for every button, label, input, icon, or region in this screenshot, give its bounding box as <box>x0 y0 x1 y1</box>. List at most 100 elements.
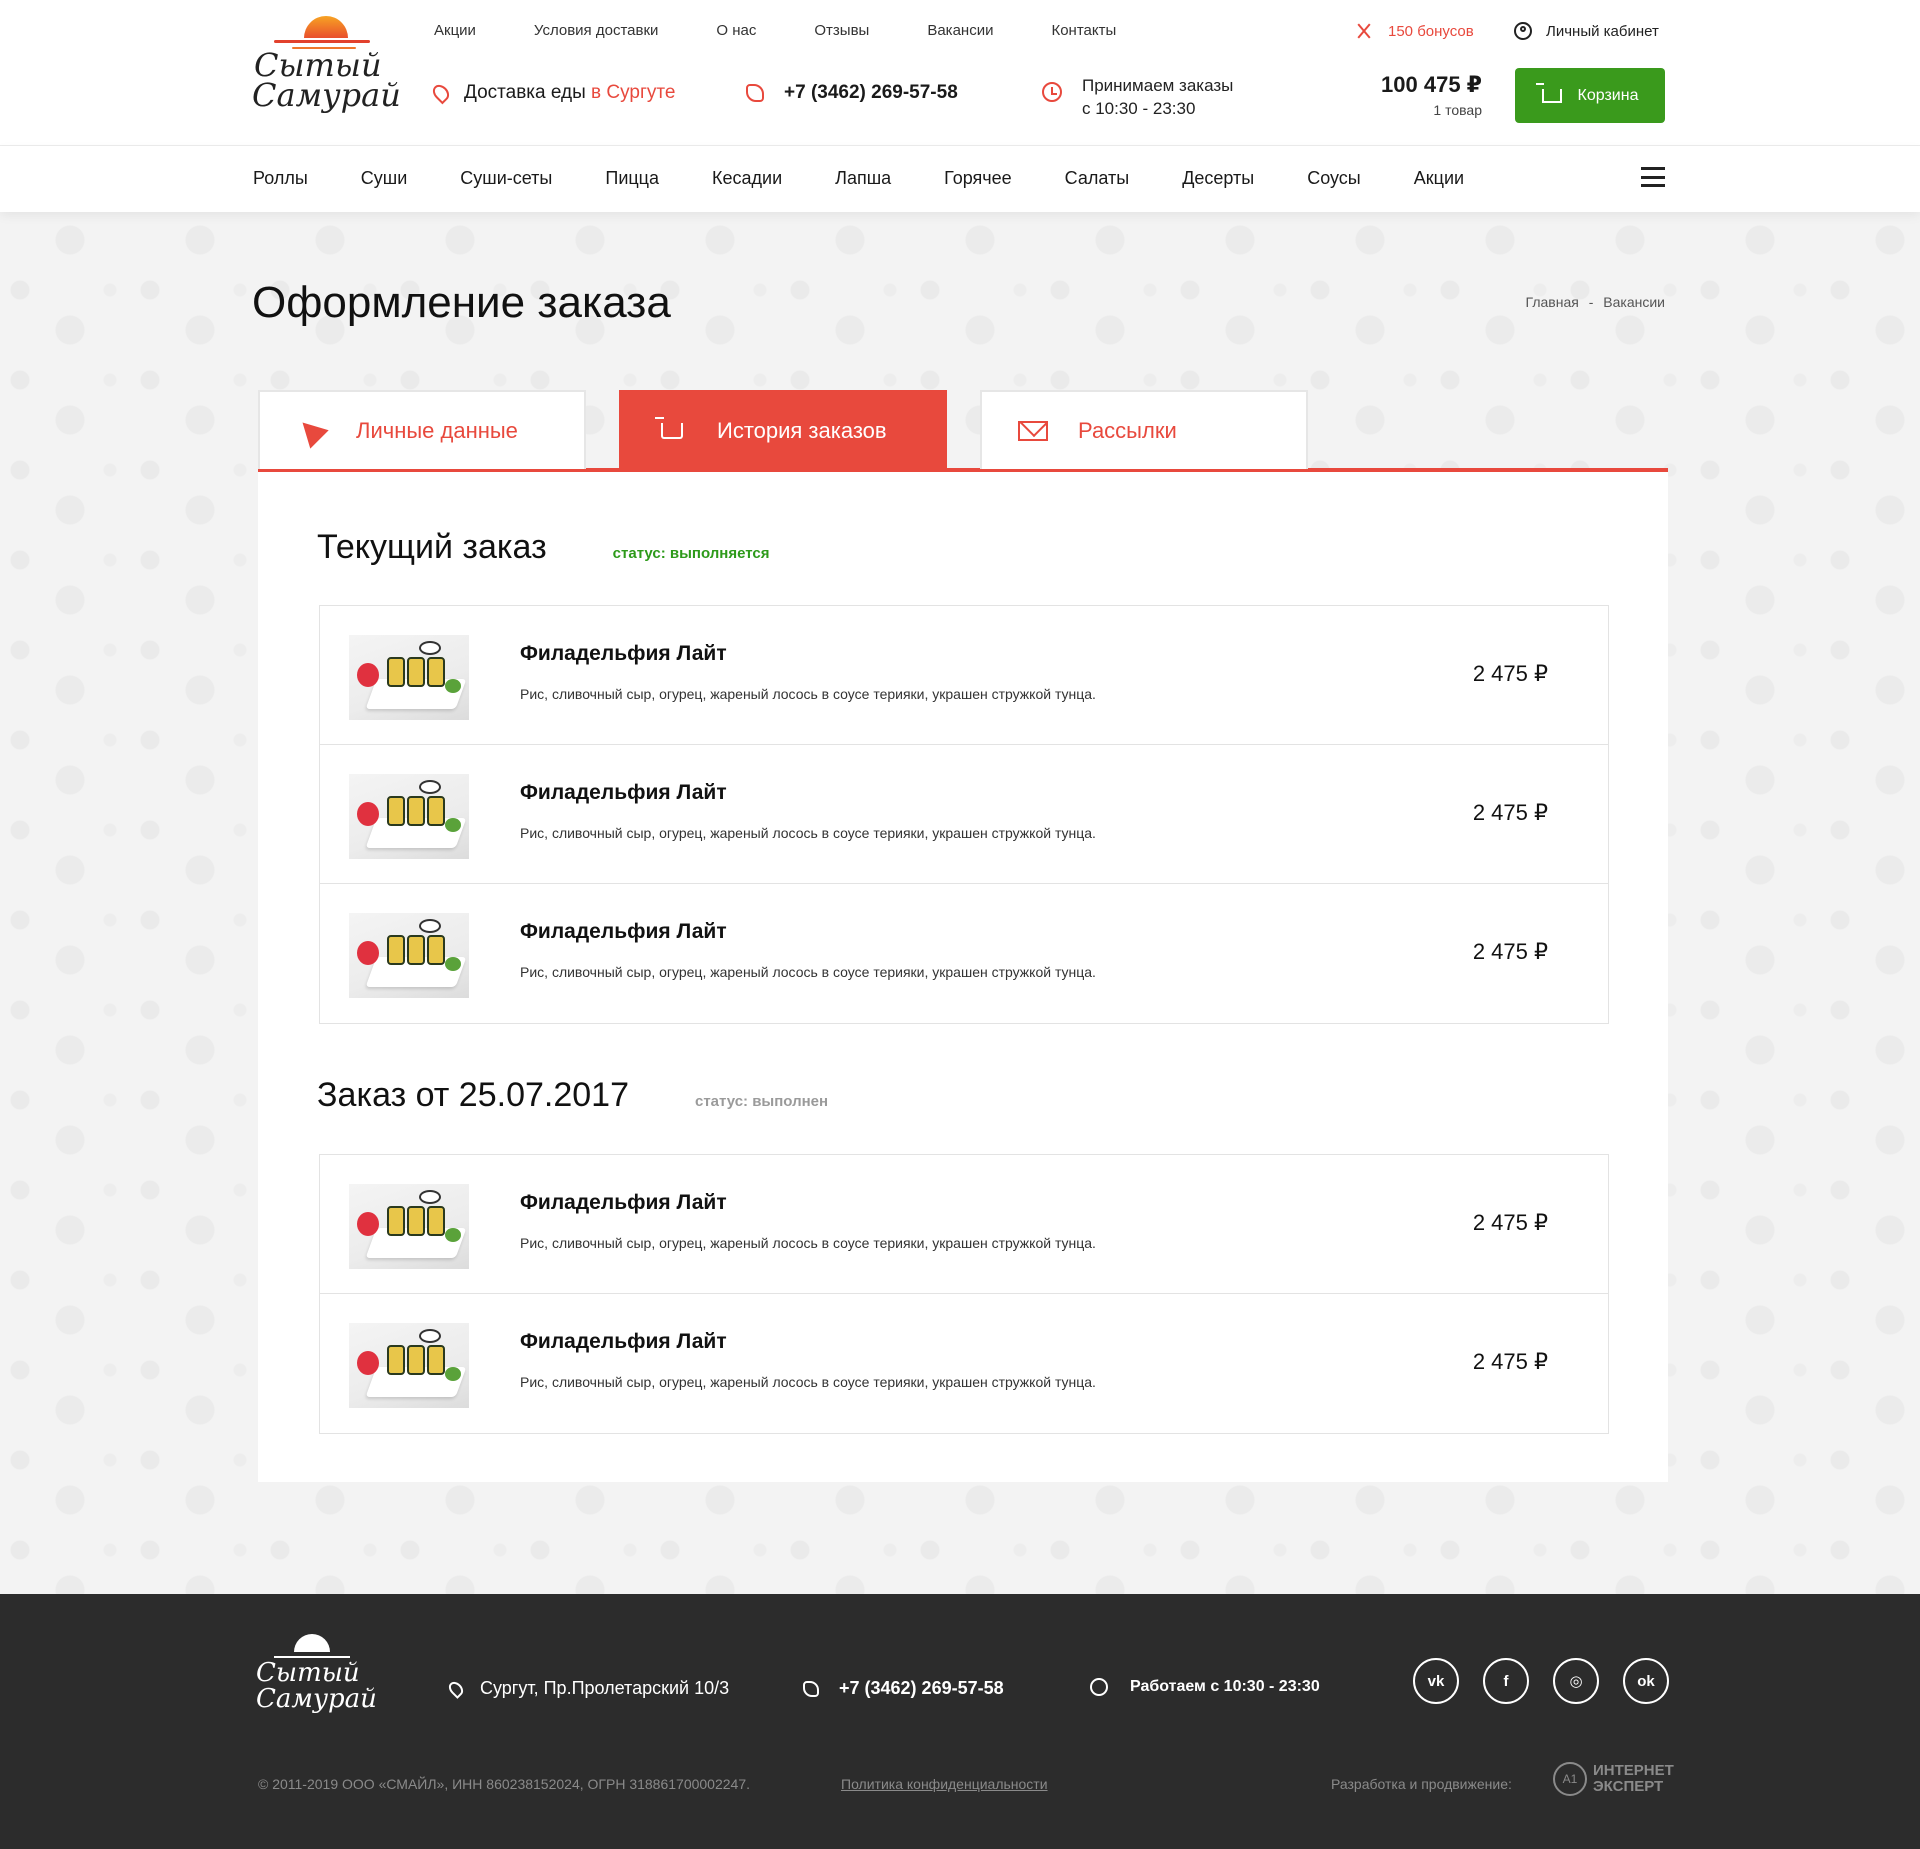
product-name: Филадельфия Лайт <box>520 920 727 943</box>
chopsticks-icon <box>1354 22 1374 40</box>
developer-label: Разработка и продвижение: <box>1331 1776 1512 1792</box>
cabinet-link[interactable]: Личный кабинет <box>1514 22 1659 40</box>
mail-icon <box>1018 420 1048 441</box>
order-items: Филадельфия Лайт Рис, сливочный сыр, огу… <box>319 605 1609 1024</box>
header: Сытый Самурай Акции Условия доставки О н… <box>0 0 1920 146</box>
cart-icon <box>655 416 683 439</box>
cart-total-count: 1 товар <box>1433 102 1482 118</box>
developer-logo[interactable]: A1 ИНТЕРНЕТ ЭКСПЕРТ <box>1553 1762 1674 1796</box>
product-image <box>349 1184 469 1269</box>
nav-item-promo[interactable]: Акции <box>1414 168 1464 189</box>
product-description: Рис, сливочный сыр, огурец, жареный лосо… <box>520 686 1096 702</box>
page-title: Оформление заказа <box>252 278 671 327</box>
breadcrumb: Главная - Вакансии <box>1525 294 1665 310</box>
order-item[interactable]: Филадельфия Лайт Рис, сливочный сыр, огу… <box>320 745 1608 884</box>
logo-sun-icon <box>294 1634 330 1652</box>
breadcrumb-home[interactable]: Главная <box>1526 294 1579 310</box>
nav-item-pizza[interactable]: Пицца <box>605 168 659 189</box>
header-phone[interactable]: +7 (3462) 269-57-58 <box>746 82 958 104</box>
nav-item-hot[interactable]: Горячее <box>944 168 1012 189</box>
product-description: Рис, сливочный сыр, огурец, жареный лосо… <box>520 825 1096 841</box>
tab-newsletters[interactable]: Рассылки <box>980 390 1308 469</box>
product-price: 2 475 ₽ <box>1472 800 1548 825</box>
top-links: Акции Условия доставки О нас Отзывы Вака… <box>434 22 1174 39</box>
privacy-policy-link[interactable]: Политика конфиденциальности <box>841 1776 1048 1792</box>
developer-logo-icon: A1 <box>1553 1762 1587 1796</box>
product-description: Рис, сливочный сыр, огурец, жареный лосо… <box>520 964 1096 980</box>
cart-total-sum: 100 475 ₽ <box>1381 72 1482 97</box>
order-items: Филадельфия Лайт Рис, сливочный сыр, огу… <box>319 1154 1609 1434</box>
clock-icon <box>1090 1678 1108 1696</box>
top-link-reviews[interactable]: Отзывы <box>814 22 869 39</box>
cart-total: 100 475 ₽ 1 товар <box>1340 72 1482 118</box>
top-link-contacts[interactable]: Контакты <box>1051 22 1116 39</box>
order-title: Заказ от 25.07.2017 <box>317 1076 629 1114</box>
top-link-about[interactable]: О нас <box>716 22 756 39</box>
nav-item-sauces[interactable]: Соусы <box>1307 168 1361 189</box>
nav-item-rolls[interactable]: Роллы <box>253 168 308 189</box>
product-image <box>349 1323 469 1408</box>
footer-logo[interactable]: Сытый Самурай <box>256 1634 377 1724</box>
odnoklassniki-icon[interactable]: ok <box>1623 1658 1669 1704</box>
product-price: 2 475 ₽ <box>1472 1210 1548 1235</box>
bonus-link[interactable]: 150 бонусов <box>1354 22 1474 40</box>
cursor-icon <box>293 412 329 449</box>
product-description: Рис, сливочный сыр, огурец, жареный лосо… <box>520 1374 1096 1390</box>
top-link-delivery[interactable]: Условия доставки <box>534 22 658 39</box>
nav-item-sushi-sets[interactable]: Суши-сеты <box>460 168 552 189</box>
product-name: Филадельфия Лайт <box>520 781 727 804</box>
logo-line2: Самурай <box>252 76 401 114</box>
product-name: Филадельфия Лайт <box>520 642 727 665</box>
order-header: Текущий заказ статус: выполняется <box>317 528 770 567</box>
product-name: Филадельфия Лайт <box>520 1191 727 1214</box>
order-item[interactable]: Филадельфия Лайт Рис, сливочный сыр, огу… <box>320 884 1608 1023</box>
nav-item-quesadillas[interactable]: Кесадии <box>712 168 782 189</box>
order-title: Текущий заказ <box>317 528 547 566</box>
order-item[interactable]: Филадельфия Лайт Рис, сливочный сыр, огу… <box>320 1155 1608 1294</box>
product-image <box>349 774 469 859</box>
breadcrumb-current: Вакансии <box>1603 294 1665 310</box>
location-pin-icon <box>429 81 453 105</box>
category-nav: Роллы Суши Суши-сеты Пицца Кесадии Лапша… <box>0 146 1920 212</box>
cabinet-label: Личный кабинет <box>1546 22 1659 40</box>
product-price: 2 475 ₽ <box>1472 661 1548 686</box>
tab-label: История заказов <box>717 417 887 443</box>
delivery-city[interactable]: Доставка еды в Сургуте <box>429 81 675 105</box>
cart-button[interactable]: Корзина <box>1515 68 1665 123</box>
vk-icon[interactable]: vk <box>1413 1658 1459 1704</box>
footer-phone[interactable]: +7 (3462) 269-57-58 <box>803 1678 1004 1699</box>
cart-icon <box>1535 82 1562 103</box>
tab-label: Рассылки <box>1078 417 1177 443</box>
nav-item-salads[interactable]: Салаты <box>1065 168 1130 189</box>
product-image <box>349 635 469 720</box>
tab-personal-data[interactable]: Личные данные <box>258 390 586 469</box>
product-name: Филадельфия Лайт <box>520 1330 727 1353</box>
social-links: vk f ◎ ok <box>1413 1658 1693 1704</box>
phone-icon <box>746 84 764 102</box>
top-link-vacancies[interactable]: Вакансии <box>927 22 993 39</box>
order-history-panel: Текущий заказ статус: выполняется Филаде… <box>258 472 1668 1482</box>
nav-item-sushi[interactable]: Суши <box>361 168 408 189</box>
menu-burger-icon[interactable] <box>1641 167 1665 187</box>
order-status: статус: выполняется <box>612 545 770 562</box>
tab-order-history[interactable]: История заказов <box>619 390 947 469</box>
instagram-icon[interactable]: ◎ <box>1553 1658 1599 1704</box>
order-item[interactable]: Филадельфия Лайт Рис, сливочный сыр, огу… <box>320 606 1608 745</box>
cart-button-label: Корзина <box>1577 86 1639 104</box>
delivery-prefix: Доставка еды <box>464 82 586 103</box>
logo[interactable]: Сытый Самурай <box>252 12 401 132</box>
account-tabs: Личные данные История заказов Рассылки <box>258 390 1668 472</box>
order-status: статус: выполнен <box>694 1093 829 1110</box>
phone-icon <box>803 1680 819 1697</box>
product-image <box>349 913 469 998</box>
order-item[interactable]: Филадельфия Лайт Рис, сливочный сыр, огу… <box>320 1294 1608 1433</box>
copyright: © 2011-2019 ООО «СМАЙЛ», ИНН 86023815202… <box>258 1776 750 1792</box>
nav-item-desserts[interactable]: Десерты <box>1182 168 1254 189</box>
product-price: 2 475 ₽ <box>1472 1349 1548 1374</box>
nav-item-noodles[interactable]: Лапша <box>835 168 891 189</box>
product-description: Рис, сливочный сыр, огурец, жареный лосо… <box>520 1235 1096 1251</box>
facebook-icon[interactable]: f <box>1483 1658 1529 1704</box>
location-pin-icon <box>446 1678 466 1699</box>
top-link-promo[interactable]: Акции <box>434 22 476 39</box>
product-price: 2 475 ₽ <box>1472 939 1548 964</box>
